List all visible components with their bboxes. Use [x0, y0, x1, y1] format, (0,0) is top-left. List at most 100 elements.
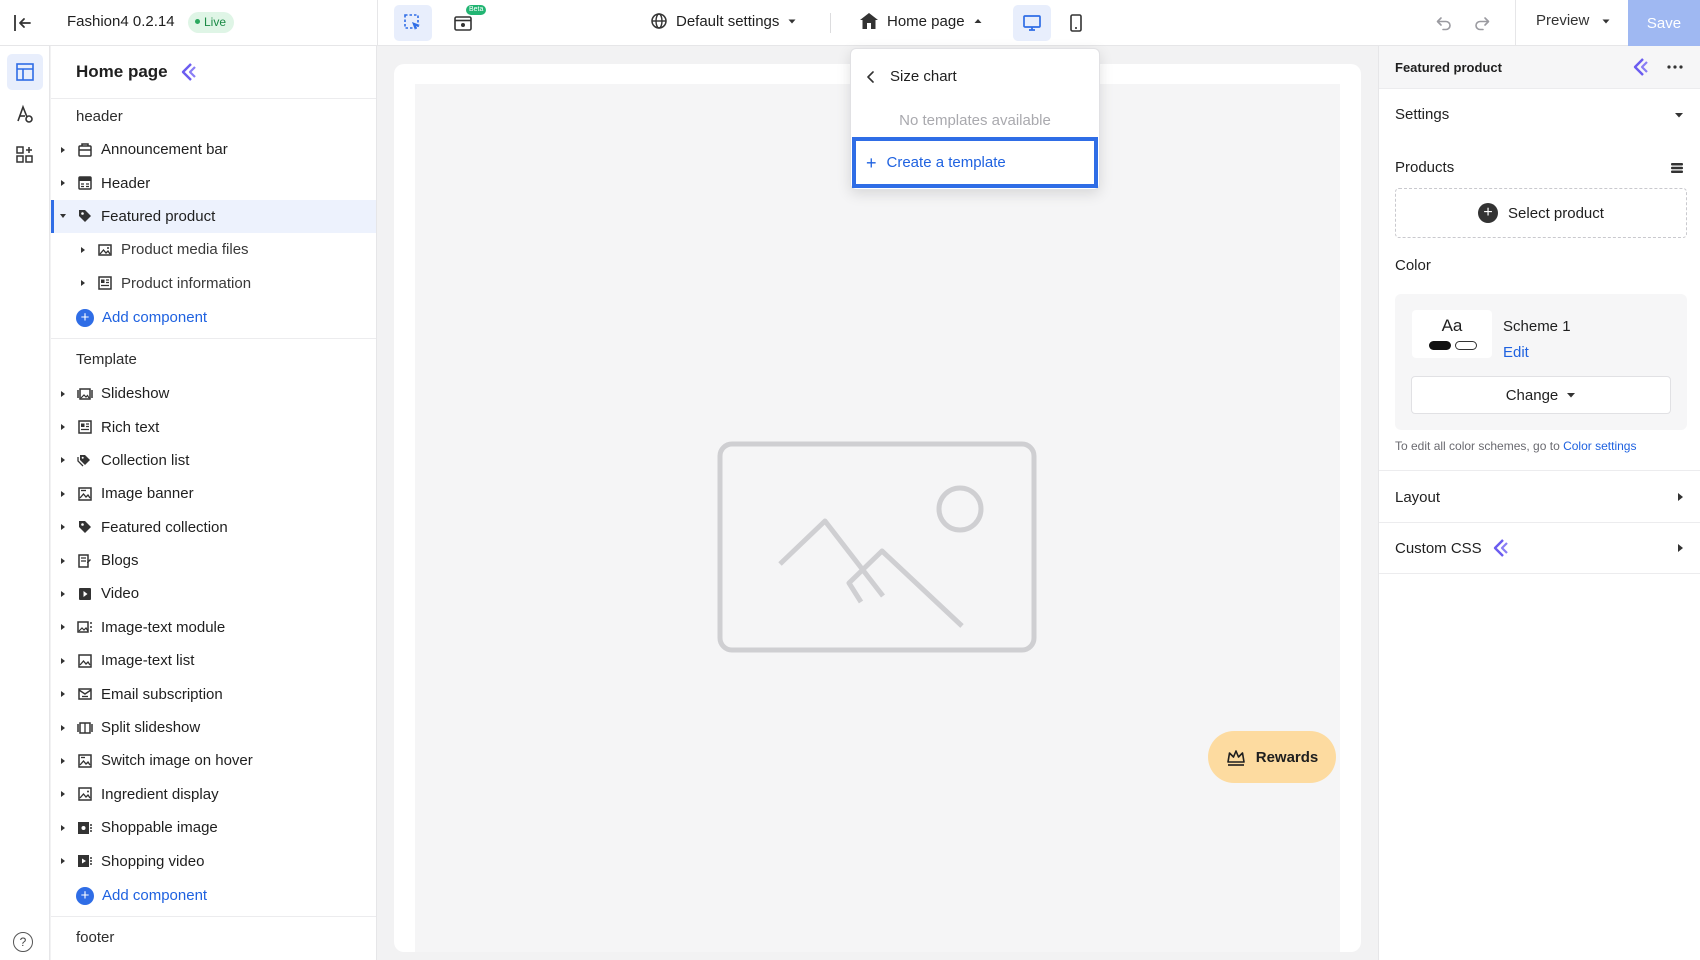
undo-button[interactable] — [1425, 5, 1463, 41]
divider — [1379, 522, 1700, 523]
caret-right-icon[interactable] — [57, 144, 69, 156]
caret-right-icon[interactable] — [57, 822, 69, 834]
section-row[interactable]: Email subscription — [51, 677, 376, 710]
caret-right-icon[interactable] — [57, 722, 69, 734]
theme-title: Fashion4 0.2.14 — [67, 13, 175, 30]
caret-right-icon[interactable] — [77, 244, 89, 256]
custom-css-accordion[interactable]: Custom CSS — [1379, 536, 1700, 560]
layout-icon — [16, 63, 34, 81]
section-label: Ingredient display — [101, 785, 219, 803]
change-scheme-button[interactable]: Change — [1411, 376, 1671, 414]
section-row[interactable]: Image banner — [51, 477, 376, 510]
section-label: Switch image on hover — [101, 752, 253, 770]
dropdown-back-button[interactable]: Size chart — [866, 68, 957, 85]
empty-state-text: No templates available — [899, 112, 1051, 129]
section-label: Header — [101, 174, 151, 192]
plus-icon: + — [76, 308, 94, 327]
settings-accordion[interactable]: Settings — [1379, 106, 1700, 123]
caret-right-icon — [1678, 493, 1683, 501]
help-icon[interactable]: ? — [13, 932, 33, 952]
caret-right-icon[interactable] — [57, 521, 69, 533]
section-label: Email subscription — [101, 685, 223, 703]
theme-styles-nav-button[interactable] — [7, 96, 43, 132]
section-row[interactable]: Shoppable image — [51, 811, 376, 844]
caret-right-icon[interactable] — [57, 555, 69, 567]
caret-right-icon[interactable] — [57, 688, 69, 700]
settings-select[interactable]: Default settings — [650, 12, 797, 30]
mobile-view-button[interactable] — [1057, 5, 1095, 41]
section-label: Image-text list — [101, 652, 195, 670]
section-row[interactable]: Blogs — [51, 544, 376, 577]
section-label: Shoppable image — [101, 819, 218, 837]
caret-right-icon[interactable] — [57, 855, 69, 867]
save-button[interactable]: Save — [1628, 0, 1700, 46]
section-row[interactable]: Featured collection — [51, 511, 376, 544]
slideshow-icon — [77, 386, 93, 402]
section-row-announcement-bar[interactable]: Announcement bar — [51, 133, 376, 166]
swatch-pill-light — [1455, 341, 1477, 350]
section-row[interactable]: Image-text list — [51, 644, 376, 677]
caret-right-icon[interactable] — [57, 621, 69, 633]
ai-sparkle-icon[interactable] — [178, 62, 200, 82]
select-product-button[interactable]: + Select product — [1395, 188, 1687, 238]
rewards-button[interactable]: Rewards — [1208, 731, 1336, 783]
left-rail — [0, 46, 50, 960]
section-row-featured-product[interactable]: Featured product — [51, 199, 376, 234]
section-row[interactable]: Collection list — [51, 444, 376, 477]
caret-right-icon[interactable] — [57, 655, 69, 667]
block-label: Product media files — [121, 241, 249, 259]
edit-scheme-link[interactable]: Edit — [1503, 344, 1529, 361]
image-text-list-icon — [77, 653, 93, 669]
color-scheme-card: Aa Scheme 1 Edit Change — [1395, 294, 1687, 430]
exit-icon[interactable] — [10, 11, 34, 35]
apps-nav-button[interactable] — [7, 137, 43, 173]
products-field: Products — [1379, 159, 1700, 176]
section-row[interactable]: Split slideshow — [51, 711, 376, 744]
caret-right-icon[interactable] — [57, 755, 69, 767]
create-template-button[interactable]: + Create a template — [852, 137, 1098, 188]
section-row[interactable]: Shopping video — [51, 844, 376, 877]
block-row-product-media[interactable]: Product media files — [51, 233, 376, 266]
redo-button[interactable] — [1463, 5, 1501, 41]
create-template-label: Create a template — [886, 154, 1006, 171]
blogs-icon — [77, 553, 93, 569]
section-row[interactable]: Video — [51, 577, 376, 610]
caret-down-icon[interactable] — [57, 210, 69, 222]
more-options-icon[interactable] — [1666, 64, 1684, 70]
caret-right-icon[interactable] — [57, 388, 69, 400]
section-row[interactable]: Rich text — [51, 410, 376, 443]
section-row-header[interactable]: Header — [51, 166, 376, 199]
globe-icon — [651, 13, 667, 29]
preview-button[interactable]: Preview — [1536, 12, 1611, 29]
color-hint-text: To edit all color schemes, go to — [1395, 439, 1560, 453]
add-component-button[interactable]: + Add component — [51, 300, 376, 336]
layout-accordion[interactable]: Layout — [1379, 486, 1700, 508]
caret-right-icon[interactable] — [57, 454, 69, 466]
desktop-view-button[interactable] — [1013, 5, 1051, 41]
section-label: Collection list — [101, 451, 190, 469]
select-element-button[interactable] — [394, 5, 432, 41]
section-row[interactable]: Switch image on hover — [51, 744, 376, 777]
caret-right-icon[interactable] — [77, 277, 89, 289]
section-row[interactable]: Image-text module — [51, 611, 376, 644]
block-row-product-information[interactable]: Product information — [51, 267, 376, 300]
caret-right-icon[interactable] — [57, 421, 69, 433]
ai-sparkle-icon[interactable] — [1630, 57, 1652, 77]
page-select[interactable]: Home page — [859, 12, 983, 30]
caret-right-icon[interactable] — [57, 488, 69, 500]
text-block-icon — [97, 275, 113, 291]
beta-badge: Beta — [466, 5, 487, 15]
database-icon[interactable] — [1670, 162, 1684, 174]
color-settings-link[interactable]: Color settings — [1563, 439, 1636, 453]
swatch-pill-dark — [1429, 341, 1451, 350]
page-title: Home page — [76, 62, 168, 81]
caret-right-icon[interactable] — [57, 788, 69, 800]
email-icon — [77, 686, 93, 702]
caret-right-icon[interactable] — [57, 588, 69, 600]
section-row[interactable]: Slideshow — [51, 377, 376, 410]
caret-right-icon[interactable] — [57, 177, 69, 189]
featured-collection-icon — [77, 519, 93, 535]
section-row[interactable]: Ingredient display — [51, 778, 376, 811]
add-component-button[interactable]: + Add component — [51, 878, 376, 914]
sections-nav-button[interactable] — [7, 54, 43, 90]
